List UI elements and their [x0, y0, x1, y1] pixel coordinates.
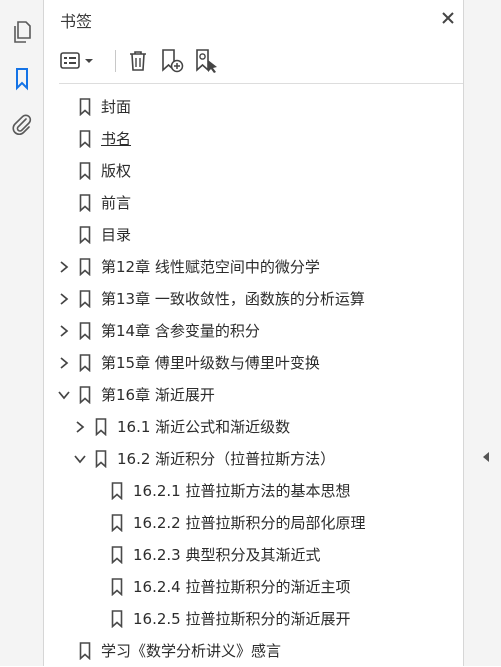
chevron-right-icon[interactable] [57, 324, 71, 338]
toolbar-separator [115, 50, 116, 72]
bookmark-icon [79, 386, 91, 404]
bookmark-item[interactable]: 目录 [45, 219, 463, 251]
right-pane-strip [463, 0, 501, 666]
bookmark-label: 前言 [101, 194, 132, 212]
bookmarks-panel: 书签 封面 书名 版权 前言 目录 第12章 线性赋范空间中的微分学 第13章 … [45, 0, 463, 666]
find-current-bookmark-button[interactable] [193, 46, 219, 76]
options-menu-button[interactable] [59, 46, 97, 76]
bookmark-item[interactable]: 第14章 含参变量的积分 [45, 315, 463, 347]
left-navigation-rail [0, 0, 44, 666]
find-current-bookmark-icon [196, 49, 217, 73]
expand-pane-button[interactable] [482, 448, 490, 467]
bookmark-label: 16.2.5 拉普拉斯积分的渐近展开 [133, 610, 351, 628]
attachment-icon[interactable] [8, 111, 36, 139]
bookmark-label: 封面 [101, 98, 132, 116]
bookmark-item[interactable]: 16.1 渐近公式和渐近级数 [45, 411, 463, 443]
chevron-right-icon[interactable] [57, 260, 71, 274]
bookmark-item[interactable]: 第13章 一致收敛性，函数族的分析运算 [45, 283, 463, 315]
bookmarks-toolbar [59, 44, 463, 80]
bookmark-label: 书名 [101, 130, 132, 148]
bookmark-label: 16.2.3 典型积分及其渐近式 [133, 546, 321, 564]
bookmark-item[interactable]: 第15章 傅里叶级数与傅里叶变换 [45, 347, 463, 379]
bookmark-item[interactable]: 前言 [45, 187, 463, 219]
chevron-right-icon[interactable] [57, 356, 71, 370]
bookmark-label: 第13章 一致收敛性，函数族的分析运算 [101, 290, 365, 308]
delete-bookmark-button[interactable] [125, 46, 151, 76]
bookmark-icon [79, 354, 91, 372]
bookmark-item[interactable]: 16.2.4 拉普拉斯积分的渐近主项 [45, 571, 463, 603]
chevron-right-icon[interactable] [57, 292, 71, 306]
bookmark-item[interactable]: 第16章 渐近展开 [45, 379, 463, 411]
arrow-left-icon [483, 452, 489, 462]
bookmark-icon [79, 322, 91, 340]
bookmark-icon [79, 290, 91, 308]
bookmark-item[interactable]: 第12章 线性赋范空间中的微分学 [45, 251, 463, 283]
bookmark-label: 16.2.1 拉普拉斯方法的基本思想 [133, 482, 351, 500]
delete-bookmark-icon [130, 51, 146, 71]
bookmark-icon [79, 642, 91, 660]
bookmark-item[interactable]: 16.2.5 拉普拉斯积分的渐近展开 [45, 603, 463, 635]
bookmark-icon [111, 482, 123, 500]
bookmark-icon [111, 610, 123, 628]
bookmark-icon [111, 546, 123, 564]
bookmark-item[interactable]: 版权 [45, 155, 463, 187]
bookmark-item[interactable]: 16.2.3 典型积分及其渐近式 [45, 539, 463, 571]
bookmark-label: 第12章 线性赋范空间中的微分学 [101, 258, 320, 276]
bookmark-icon [79, 130, 91, 148]
bookmark-label: 16.2.4 拉普拉斯积分的渐近主项 [133, 578, 351, 596]
bookmark-label: 16.1 渐近公式和渐近级数 [117, 418, 291, 436]
options-menu-icon [60, 52, 93, 69]
bookmark-icon [95, 450, 107, 468]
bookmark-item[interactable]: 16.2.2 拉普拉斯积分的局部化原理 [45, 507, 463, 539]
bookmark-label: 版权 [101, 162, 132, 180]
bookmark-icon [79, 98, 91, 116]
chevron-down-icon[interactable] [57, 388, 71, 402]
bookmark-icon [95, 418, 107, 436]
bookmark-icon [79, 258, 91, 276]
bookmark-label: 目录 [101, 226, 132, 244]
bookmark-label: 16.2.2 拉普拉斯积分的局部化原理 [133, 514, 366, 532]
bookmark-label: 16.2 渐近积分（拉普拉斯方法） [117, 450, 336, 468]
pages-icon[interactable] [8, 18, 36, 46]
chevron-right-icon[interactable] [73, 420, 87, 434]
bookmark-item[interactable]: 书名 [45, 123, 463, 155]
new-bookmark-icon [162, 49, 184, 73]
bookmark-item[interactable]: 封面 [45, 91, 463, 123]
bookmark-label: 第15章 傅里叶级数与傅里叶变换 [101, 354, 320, 372]
toolbar-divider [59, 83, 463, 84]
bookmark-icon [79, 226, 91, 244]
close-icon [442, 12, 454, 24]
bookmark-label: 第14章 含参变量的积分 [101, 322, 260, 340]
bookmark-label: 第16章 渐近展开 [101, 386, 215, 404]
bookmark-icon[interactable] [8, 65, 36, 93]
new-bookmark-button[interactable] [159, 46, 185, 76]
bookmark-item[interactable]: 16.2 渐近积分（拉普拉斯方法） [45, 443, 463, 475]
close-panel-button[interactable] [437, 7, 459, 29]
bookmark-item[interactable]: 学习《数学分析讲义》感言 [45, 635, 463, 667]
bookmark-icon [111, 578, 123, 596]
bookmark-icon [111, 514, 123, 532]
bookmark-icon [79, 194, 91, 212]
bookmark-item[interactable]: 16.2.1 拉普拉斯方法的基本思想 [45, 475, 463, 507]
bookmark-label: 学习《数学分析讲义》感言 [101, 642, 282, 660]
bookmark-icon [79, 162, 91, 180]
chevron-down-icon[interactable] [73, 452, 87, 466]
panel-title: 书签 [60, 12, 93, 31]
